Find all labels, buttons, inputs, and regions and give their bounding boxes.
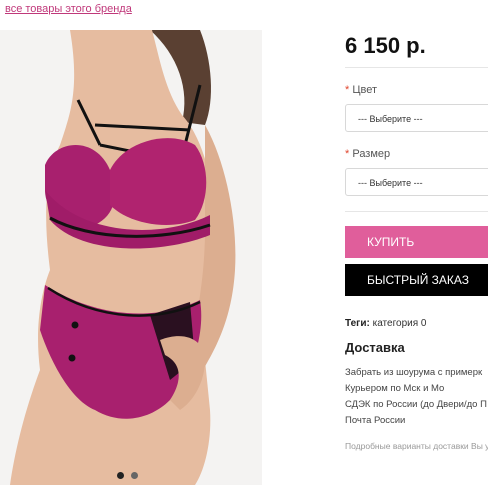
color-label-text: Цвет <box>352 84 377 96</box>
required-asterisk: * <box>345 84 350 96</box>
size-label-text: Размер <box>352 148 391 160</box>
required-asterisk: * <box>345 148 350 160</box>
tags-label: Теги: <box>345 318 370 329</box>
size-select[interactable]: --- Выберите --- <box>345 168 488 196</box>
quick-order-button[interactable]: БЫСТРЫЙ ЗАКАЗ <box>345 264 488 296</box>
divider <box>345 211 488 212</box>
color-option-label: * Цвет <box>345 84 377 96</box>
delivery-option: Почта России <box>345 415 406 426</box>
color-select[interactable]: --- Выберите --- <box>345 104 488 132</box>
product-photo <box>0 30 262 485</box>
delivery-option: СДЭК по России (до Двери/до П <box>345 399 487 410</box>
delivery-option: Забрать из шоурума с примерк <box>345 367 483 378</box>
brand-products-link[interactable]: все товары этого бренда <box>5 3 132 15</box>
gallery-dot-2[interactable] <box>131 472 138 479</box>
delivery-options-list: Забрать из шоурума с примерк Курьером по… <box>345 365 487 429</box>
buy-button[interactable]: КУПИТЬ <box>345 226 488 258</box>
tag-link[interactable]: категория 0 <box>373 318 427 329</box>
gallery-pagination <box>117 466 145 484</box>
delivery-title: Доставка <box>345 340 405 355</box>
gallery-dot-1[interactable] <box>117 472 124 479</box>
product-tags: Теги: категория 0 <box>345 318 426 329</box>
delivery-note: Подробные варианты доставки Вы у <box>345 441 488 451</box>
size-option-label: * Размер <box>345 148 390 160</box>
delivery-option: Курьером по Мск и Мо <box>345 383 445 394</box>
divider <box>345 67 488 68</box>
product-image-gallery[interactable] <box>0 30 262 485</box>
product-price: 6 150 р. <box>345 33 426 58</box>
